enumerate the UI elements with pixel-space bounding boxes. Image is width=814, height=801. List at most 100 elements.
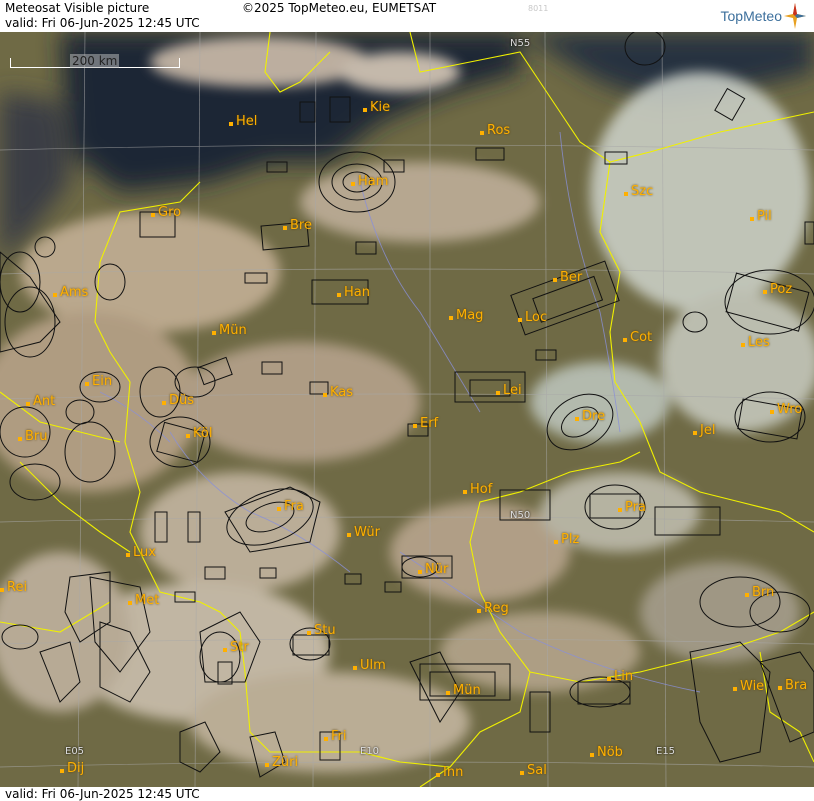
city-dot	[283, 226, 287, 230]
city-label: Gro	[151, 205, 181, 220]
city-label: Nöb	[590, 745, 623, 760]
city-dot	[186, 434, 190, 438]
topmeteo-logo: TopMeteo	[721, 2, 806, 30]
city-dot	[463, 490, 467, 494]
city-dot	[624, 192, 628, 196]
city-dot	[607, 677, 611, 681]
city-dot	[353, 666, 357, 670]
city-dot	[480, 131, 484, 135]
city-dot	[413, 424, 417, 428]
city-label: Züri	[265, 755, 298, 770]
city-label: Ein	[85, 374, 112, 389]
city-label: Erf	[413, 416, 438, 431]
city-dot	[223, 648, 227, 652]
header-bar: Meteosat Visible picture valid: Fri 06-J…	[0, 0, 814, 32]
city-label: Kas	[323, 385, 353, 400]
city-dot	[575, 417, 579, 421]
city-dot	[323, 393, 327, 397]
city-dot	[277, 507, 281, 511]
city-label: Stu	[307, 623, 336, 638]
city-dot	[763, 290, 767, 294]
city-label: Jel	[693, 423, 715, 438]
city-label: Plz	[554, 532, 579, 547]
city-label: Hel	[229, 114, 257, 129]
city-label: Szc	[624, 184, 653, 199]
city-dot	[126, 553, 130, 557]
city-dot	[151, 213, 155, 217]
city-label: Met	[128, 593, 159, 608]
city-dot	[436, 773, 440, 777]
city-label: Bra	[778, 678, 807, 693]
city-label: Ulm	[353, 658, 386, 673]
city-dot	[60, 769, 64, 773]
city-label: Rei	[0, 580, 27, 595]
grid-label-e05: E05	[65, 746, 85, 757]
city-label: Brn	[745, 585, 774, 600]
city-label: Les	[741, 335, 770, 350]
valid-time: valid: Fri 06-Jun-2025 12:45 UTC	[5, 16, 200, 30]
city-label: Cot	[623, 330, 652, 345]
city-dot	[741, 343, 745, 347]
grid-label-e10: E10	[360, 746, 380, 757]
city-dot	[618, 508, 622, 512]
frame-id: 8011	[528, 4, 549, 13]
city-dot	[693, 431, 697, 435]
city-dot	[554, 540, 558, 544]
grid-label-n50: N50	[510, 510, 531, 521]
city-label: Ros	[480, 123, 510, 138]
city-dot	[446, 691, 450, 695]
city-dot	[520, 771, 524, 775]
city-label: Kie	[363, 100, 390, 115]
city-label: Fri	[324, 729, 347, 744]
city-dot	[750, 217, 754, 221]
city-dot	[623, 338, 627, 342]
city-label: Loc	[518, 310, 547, 325]
city-label: Reg	[477, 601, 509, 616]
city-label: Sal	[520, 763, 547, 778]
city-dot	[733, 687, 737, 691]
city-dot	[590, 753, 594, 757]
footer-bar: valid: Fri 06-Jun-2025 12:45 UTC	[0, 787, 814, 801]
city-label: Han	[337, 285, 370, 300]
city-label: Nür	[418, 562, 448, 577]
city-label: Ber	[553, 270, 582, 285]
city-label: Inn	[436, 765, 463, 780]
city-label: Mag	[449, 308, 483, 323]
footer-valid-time: valid: Fri 06-Jun-2025 12:45 UTC	[5, 787, 200, 801]
scale-bar: 200 km	[10, 54, 180, 68]
city-dot	[162, 401, 166, 405]
city-label: Bre	[283, 218, 312, 233]
city-dot	[745, 593, 749, 597]
city-dot	[770, 410, 774, 414]
city-label: Mün	[212, 323, 247, 338]
city-dot	[449, 316, 453, 320]
city-label: Pra	[618, 500, 646, 515]
city-label: Lux	[126, 545, 156, 560]
satellite-map[interactable]: 200 km N55 N50 E05 E10 E15 Hel Kie Ros H…	[0, 28, 814, 788]
city-label: Hof	[463, 482, 492, 497]
city-dot	[229, 122, 233, 126]
city-dot	[351, 182, 355, 186]
city-label: Str	[223, 640, 249, 655]
city-dot	[418, 570, 422, 574]
city-label: Lin	[607, 669, 633, 684]
city-label: Ant	[26, 394, 55, 409]
city-label: Fra	[277, 499, 304, 514]
city-dot	[477, 609, 481, 613]
city-label: Dij	[60, 761, 84, 776]
copyright: ©2025 TopMeteo.eu, EUMETSAT	[242, 1, 437, 15]
city-dot	[212, 331, 216, 335]
picture-title: Meteosat Visible picture	[5, 1, 150, 15]
city-dot	[265, 763, 269, 767]
logo-text: TopMeteo	[720, 8, 782, 24]
compass-star-icon	[784, 3, 806, 29]
city-label: Lei	[496, 383, 522, 398]
city-dot	[347, 533, 351, 537]
city-label: Poz	[763, 282, 792, 297]
city-label: Düs	[162, 393, 194, 408]
city-label: Mün	[446, 683, 481, 698]
city-label: Wie	[733, 679, 764, 694]
city-label: Köl	[186, 426, 212, 441]
city-dot	[307, 631, 311, 635]
city-label: Wro	[770, 402, 802, 417]
